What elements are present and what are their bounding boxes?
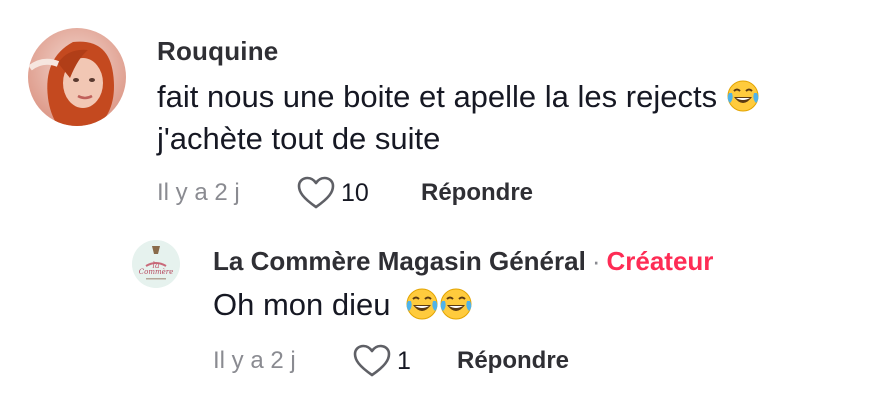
reply-like-count: 1 — [397, 346, 411, 375]
face-with-tears-of-joy-icon — [406, 288, 438, 320]
reply-meta: Il y a 2 j 1 Répondre — [213, 344, 569, 378]
heart-icon[interactable] — [297, 176, 335, 210]
comment-username[interactable]: Rouquine — [157, 36, 278, 67]
comment-meta: Il y a 2 j 10 Répondre — [157, 176, 533, 210]
face-with-tears-of-joy-icon — [440, 288, 472, 320]
heart-icon[interactable] — [353, 344, 391, 378]
reply-author-line: La Commère Magasin Général · Créateur — [213, 246, 713, 277]
reply-author-name[interactable]: La Commère Magasin Général — [213, 246, 586, 276]
reply-reply-button[interactable]: Répondre — [457, 347, 569, 375]
creator-avatar[interactable]: la Commère — [132, 240, 180, 288]
comment-like-count: 10 — [341, 178, 369, 207]
svg-text:Commère: Commère — [139, 268, 173, 276]
creator-badge: Créateur — [606, 246, 714, 276]
comment-text-line2: j'achète tout de suite — [157, 121, 441, 156]
comment-reply-button[interactable]: Répondre — [421, 179, 533, 207]
face-with-tears-of-joy-icon — [727, 80, 759, 112]
comment-text-line1: fait nous une boite et apelle la les rej… — [157, 79, 718, 114]
separator-dot: · — [591, 246, 601, 276]
comment-time: Il y a 2 j — [157, 179, 240, 206]
reply-time: Il y a 2 j — [213, 347, 296, 374]
reply-text-content: Oh mon dieu — [213, 287, 391, 322]
comment-text: fait nous une boite et apelle la les rej… — [157, 76, 760, 160]
commenter-avatar[interactable] — [28, 28, 126, 126]
reply-text: Oh mon dieu — [213, 284, 473, 326]
